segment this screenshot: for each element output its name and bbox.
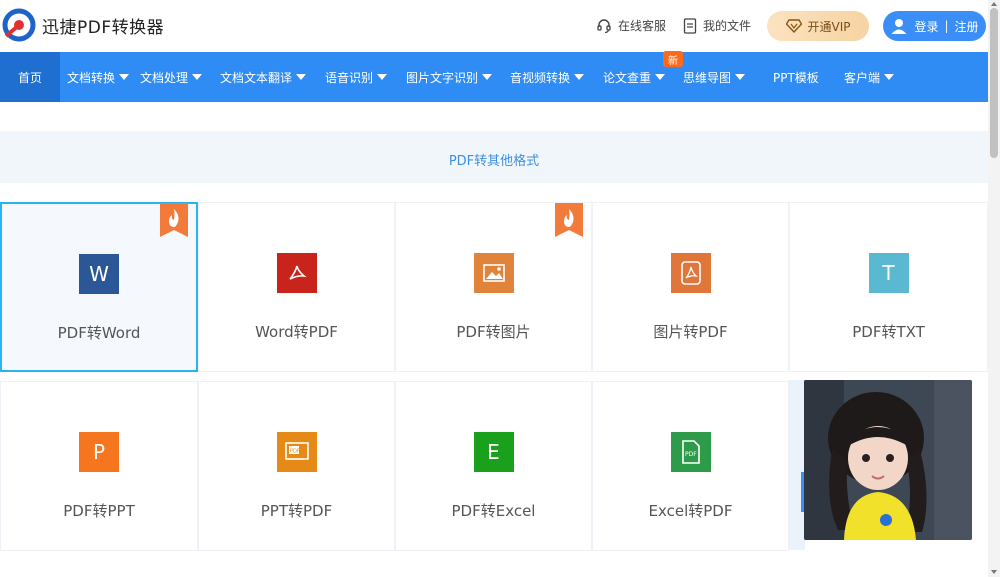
open-vip-button[interactable]: 开通VIP xyxy=(767,11,869,41)
excel-icon: E xyxy=(473,432,514,472)
image-icon xyxy=(473,253,514,293)
online-support-label: 在线客服 xyxy=(618,19,667,33)
caret-down-icon xyxy=(574,74,585,80)
tool-card-label: PDF转TXT xyxy=(852,323,925,341)
nav-translate[interactable]: 文档文本翻译 xyxy=(220,52,325,102)
caret-down-icon xyxy=(119,74,130,80)
nav-client-label: 客户端 xyxy=(844,70,881,85)
pdf-doc-icon xyxy=(670,253,711,293)
file-icon xyxy=(683,17,697,34)
main-nav: 首页 文档转换 文档处理 文档文本翻译 语音识别 图片文字识别 音视频转换 论文… xyxy=(0,52,988,102)
tool-card-label: Excel转PDF xyxy=(648,502,733,520)
pdf-icon xyxy=(276,253,317,293)
scroll-up-arrow-icon[interactable] xyxy=(990,0,998,8)
nav-speech-label: 语音识别 xyxy=(325,70,374,85)
tool-card[interactable]: P PDF转PPT xyxy=(0,381,198,551)
ppt-pdf-icon: PDF xyxy=(276,432,317,472)
hot-flame-icon xyxy=(160,203,188,237)
nav-home-label: 首页 xyxy=(17,70,42,85)
caret-down-icon xyxy=(192,74,203,80)
nav-ocr[interactable]: 图片文字识别 xyxy=(406,52,510,102)
caret-down-icon xyxy=(655,74,666,80)
tool-card[interactable]: T PDF转TXT xyxy=(789,202,988,372)
diamond-icon xyxy=(785,19,802,33)
user-icon xyxy=(891,19,907,34)
hot-flame-icon xyxy=(555,203,583,237)
nav-client[interactable]: 客户端 xyxy=(844,52,924,102)
scroll-down-arrow-icon[interactable] xyxy=(990,568,998,576)
brand-name[interactable]: 迅捷PDF转换器 xyxy=(42,13,164,38)
nav-doc-convert[interactable]: 文档转换 xyxy=(60,52,140,102)
caret-down-icon xyxy=(735,74,746,80)
logo-icon[interactable] xyxy=(2,8,36,42)
nav-ppt-templates-label: PPT模板 xyxy=(773,70,819,85)
tool-card-label: PPT转PDF xyxy=(260,502,333,520)
nav-ppt-templates[interactable]: PPT模板 xyxy=(773,52,844,102)
tool-card[interactable]: PDF PPT转PDF xyxy=(198,381,395,551)
excel-pdf-icon: PDF xyxy=(670,432,711,472)
login-label[interactable]: 登录 xyxy=(914,18,938,35)
nav-plagiarism-label: 论文查重 xyxy=(603,70,652,85)
caret-down-icon xyxy=(482,74,493,80)
new-badge: 新 xyxy=(663,51,683,67)
tool-card[interactable]: E PDF转Excel xyxy=(395,381,592,551)
child-photo xyxy=(804,380,972,540)
section-title: PDF转其他格式 xyxy=(448,154,540,169)
top-header: 迅捷PDF转换器 在线客服 我的文件 开通VIP 登录 | 注册 xyxy=(0,0,988,52)
scrollbar-thumb[interactable] xyxy=(990,8,998,158)
tool-card-label: Word转PDF xyxy=(255,323,338,341)
login-register-button[interactable]: 登录 | 注册 xyxy=(883,11,986,41)
caret-down-icon xyxy=(884,74,895,80)
nav-translate-label: 文档文本翻译 xyxy=(220,70,293,85)
caret-down-icon xyxy=(377,74,388,80)
ppt-icon: P xyxy=(79,432,119,472)
nav-doc-process-label: 文档处理 xyxy=(140,70,189,85)
tool-card[interactable]: 图片转PDF xyxy=(592,202,789,372)
word-icon: W xyxy=(79,254,119,294)
register-label[interactable]: 注册 xyxy=(955,18,979,35)
my-files-link[interactable]: 我的文件 xyxy=(683,17,751,34)
tool-card-label: PDF转图片 xyxy=(456,323,531,341)
tool-card-label: PDF转Word xyxy=(57,324,141,342)
vip-label: 开通VIP xyxy=(807,19,851,34)
nav-mindmap-label: 思维导图 xyxy=(683,70,732,85)
online-support-link[interactable]: 在线客服 xyxy=(596,17,666,34)
nav-media[interactable]: 音视频转换 xyxy=(510,52,603,102)
tool-card-label: PDF转PPT xyxy=(63,502,135,520)
headset-icon xyxy=(597,18,611,33)
tool-card-label: 图片转PDF xyxy=(653,323,728,341)
nav-ocr-label: 图片文字识别 xyxy=(406,70,479,85)
tool-card-label: PDF转Excel xyxy=(451,502,536,520)
nav-speech[interactable]: 语音识别 xyxy=(325,52,406,102)
caret-down-icon xyxy=(296,74,307,80)
txt-icon: T xyxy=(868,253,909,293)
nav-mindmap[interactable]: 思维导图 xyxy=(683,52,773,102)
photo-panel-bg xyxy=(789,380,805,550)
nav-doc-convert-label: 文档转换 xyxy=(67,70,116,85)
tool-card[interactable]: PDF Excel转PDF xyxy=(592,381,789,551)
tool-card[interactable]: Word转PDF xyxy=(198,202,395,372)
my-files-label: 我的文件 xyxy=(703,19,752,33)
svg-text:PDF: PDF xyxy=(290,449,300,455)
nav-home[interactable]: 首页 xyxy=(0,52,60,102)
nav-media-label: 音视频转换 xyxy=(510,70,571,85)
svg-text:PDF: PDF xyxy=(685,451,697,458)
divider: | xyxy=(944,19,949,33)
nav-doc-process[interactable]: 文档处理 xyxy=(140,52,220,102)
